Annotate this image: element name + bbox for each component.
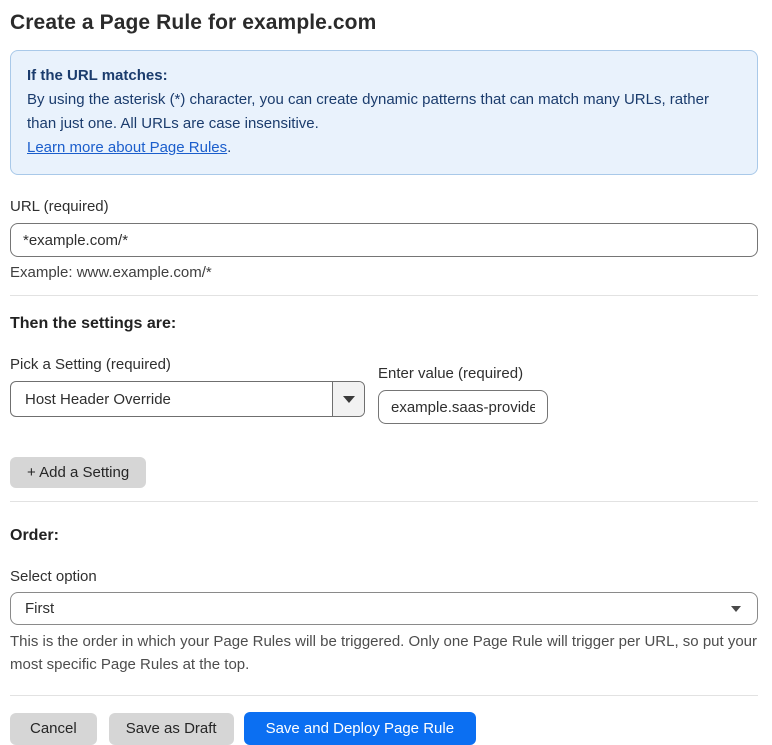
setting-select-value: Host Header Override: [25, 390, 171, 408]
divider: [10, 501, 758, 502]
setting-select[interactable]: Host Header Override: [10, 381, 365, 417]
url-input[interactable]: [10, 223, 758, 257]
pick-setting-label: Pick a Setting (required): [10, 356, 171, 373]
save-as-draft-button[interactable]: Save as Draft: [108, 712, 234, 745]
chevron-down-icon: [342, 395, 355, 403]
enter-value-label: Enter value (required): [378, 365, 524, 382]
info-box-link-line: Learn more about Page Rules.: [27, 136, 741, 160]
page-title: Create a Page Rule for example.com: [10, 11, 377, 34]
url-field-hint: Example: www.example.com/*: [10, 264, 212, 281]
create-page-rule-form: Create a Page Rule for example.com If th…: [0, 0, 772, 745]
info-box-heading: If the URL matches:: [27, 67, 168, 84]
link-suffix: .: [227, 139, 232, 156]
order-section-heading: Order:: [10, 527, 59, 544]
add-setting-button[interactable]: + Add a Setting: [10, 457, 147, 488]
settings-row: Pick a Setting (required) Host Header Ov…: [10, 356, 758, 424]
cancel-button[interactable]: Cancel: [10, 712, 97, 745]
url-field-label: URL (required): [10, 198, 109, 215]
chevron-down-icon: [731, 605, 741, 612]
url-field-group: URL (required) Example: www.example.com/…: [10, 198, 758, 281]
divider: [10, 295, 758, 296]
learn-more-page-rules-link[interactable]: Learn more about Page Rules: [27, 139, 227, 156]
divider: [10, 695, 758, 696]
save-and-deploy-button[interactable]: Save and Deploy Page Rule: [243, 712, 477, 745]
settings-section-heading: Then the settings are:: [10, 315, 177, 332]
enter-value-group: Enter value (required): [378, 365, 548, 424]
order-select-label: Select option: [10, 568, 97, 585]
order-select-value: First: [25, 600, 55, 617]
setting-select-arrow-section[interactable]: [332, 382, 364, 416]
order-hint: This is the order in which your Page Rul…: [10, 633, 758, 673]
action-button-row: Cancel Save as Draft Save and Deploy Pag…: [10, 712, 758, 745]
pick-setting-group: Pick a Setting (required) Host Header Ov…: [10, 356, 365, 424]
order-select[interactable]: First: [10, 592, 758, 625]
setting-value-input[interactable]: [378, 390, 548, 424]
info-box-body: By using the asterisk (*) character, you…: [27, 91, 709, 132]
url-matches-info-box: If the URL matches: By using the asteris…: [10, 50, 758, 175]
